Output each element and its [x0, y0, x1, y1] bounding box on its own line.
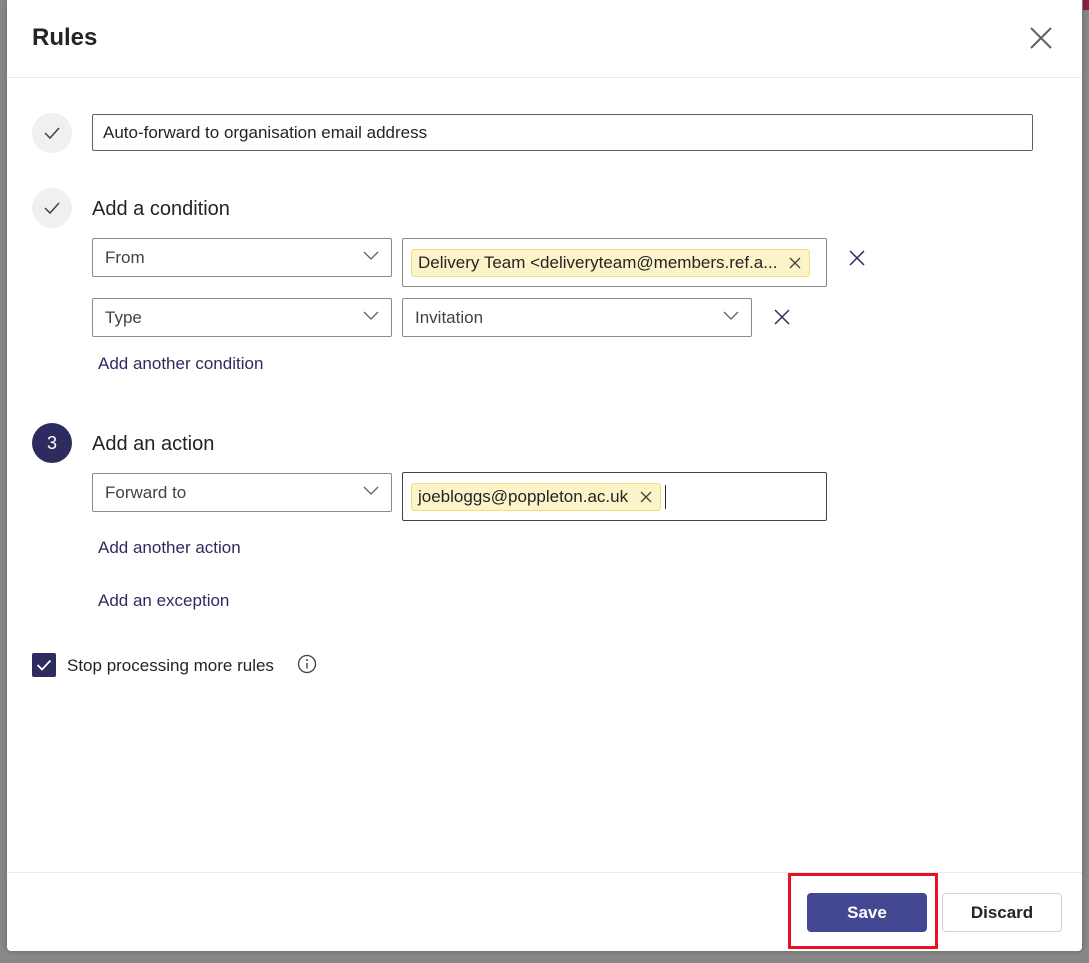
sender-pill: Delivery Team <deliveryteam@members.ref.…: [411, 248, 811, 277]
save-button[interactable]: Save: [807, 893, 927, 932]
action-heading: Add an action: [92, 433, 215, 455]
add-another-action-link[interactable]: Add another action: [98, 538, 241, 558]
condition-type-value: Invitation: [415, 307, 484, 327]
close-icon: [1030, 27, 1052, 49]
add-exception-link[interactable]: Add an exception: [98, 591, 229, 611]
step-2-indicator: [32, 188, 72, 228]
sender-pill-label: Delivery Team <deliveryteam@members.ref.…: [418, 252, 778, 272]
remove-condition-2-button[interactable]: [770, 305, 794, 329]
text-caret: [665, 484, 667, 509]
chevron-down-icon: [363, 486, 379, 495]
discard-button[interactable]: Discard: [942, 893, 1062, 932]
condition-value-dropdown-2[interactable]: Invitation: [402, 298, 752, 337]
action-field-value: Forward to: [105, 482, 187, 502]
condition-field-value: From: [105, 247, 145, 267]
recipient-pill-label: joebloggs@poppleton.ac.uk: [418, 486, 629, 506]
dialog-header: Rules: [7, 0, 1082, 78]
stop-processing-label: Stop processing more rules: [67, 656, 274, 675]
step-1-indicator: [32, 113, 72, 153]
close-button[interactable]: [1025, 22, 1057, 54]
condition-value-field-1[interactable]: Delivery Team <deliveryteam@members.ref.…: [402, 238, 827, 287]
remove-condition-1-button[interactable]: [845, 246, 869, 270]
stop-processing-checkbox[interactable]: [32, 653, 56, 677]
condition-field-dropdown-1[interactable]: From: [92, 238, 392, 277]
rule-name-input[interactable]: [92, 114, 1033, 151]
remove-icon: [789, 257, 801, 268]
check-icon: [36, 659, 52, 671]
action-field-dropdown[interactable]: Forward to: [92, 473, 392, 512]
rules-dialog: Rules Add a condition From Delivery Team…: [7, 0, 1082, 951]
condition-field-value: Type: [105, 307, 142, 327]
step-3-number: 3: [46, 432, 57, 453]
dialog-title: Rules: [32, 24, 98, 51]
recipient-pill: joebloggs@poppleton.ac.uk: [411, 482, 662, 511]
check-icon: [44, 202, 60, 215]
remove-recipient-pill-button[interactable]: [640, 491, 652, 503]
forward-recipient-field[interactable]: joebloggs@poppleton.ac.uk: [402, 472, 827, 521]
footer-divider: [7, 872, 1082, 873]
step-3-indicator: 3: [32, 423, 72, 463]
remove-icon: [774, 309, 790, 325]
remove-sender-pill-button[interactable]: [789, 257, 801, 269]
check-icon: [44, 127, 60, 140]
chevron-down-icon: [723, 311, 739, 320]
remove-icon: [640, 491, 652, 502]
backdrop-accent: [1083, 0, 1089, 10]
condition-heading: Add a condition: [92, 198, 230, 220]
info-icon[interactable]: [297, 654, 317, 674]
remove-icon: [849, 250, 865, 266]
chevron-down-icon: [363, 311, 379, 320]
chevron-down-icon: [363, 251, 379, 260]
condition-field-dropdown-2[interactable]: Type: [92, 298, 392, 337]
add-another-condition-link[interactable]: Add another condition: [98, 354, 263, 374]
